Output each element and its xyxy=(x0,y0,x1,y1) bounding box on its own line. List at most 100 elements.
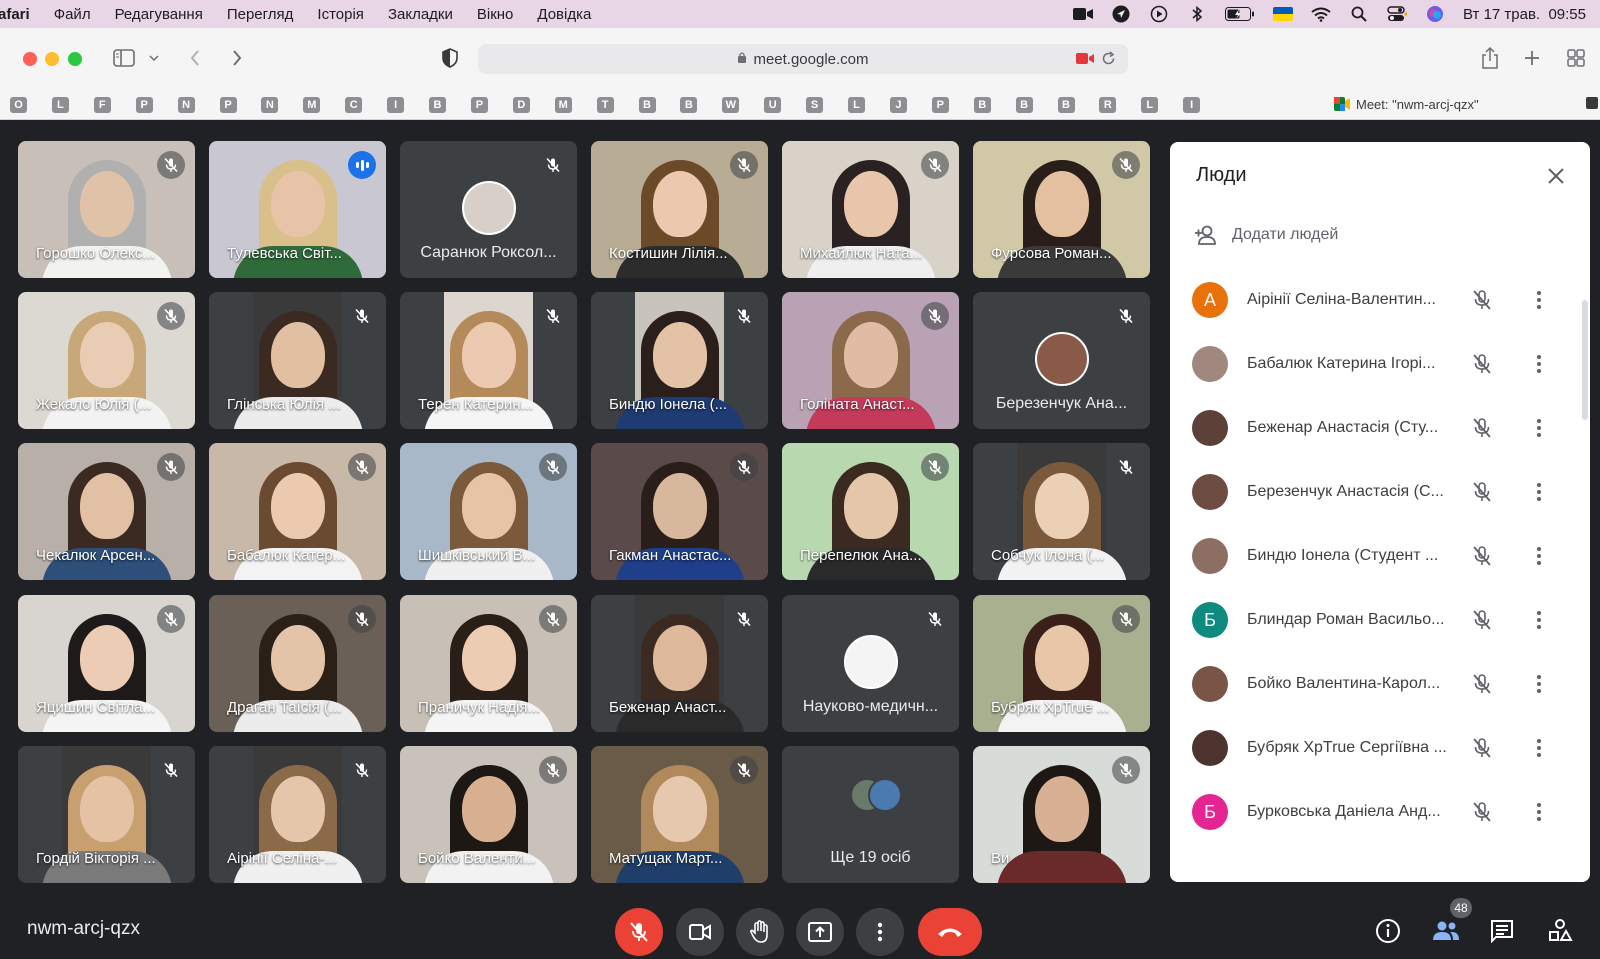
add-people-button[interactable]: Додати людей xyxy=(1194,224,1338,246)
bookmark-favicon[interactable]: L xyxy=(848,97,865,113)
participant-tile[interactable]: Горошко Олекс... xyxy=(18,141,195,278)
zoom-window-button[interactable] xyxy=(68,52,82,66)
participant-tile[interactable]: Бубряк ХрTrue ... xyxy=(973,595,1150,732)
sidebar-toggle-icon[interactable] xyxy=(112,46,136,70)
participant-tile[interactable]: Гордій Вікторія ... xyxy=(18,746,195,883)
participant-tile[interactable]: Биндю Іонела (... xyxy=(591,292,768,429)
more-vert-icon[interactable] xyxy=(1527,800,1551,824)
bookmark-favicon[interactable]: B xyxy=(680,97,698,113)
control-center-icon[interactable] xyxy=(1387,6,1408,22)
share-icon[interactable] xyxy=(1480,46,1500,70)
menu-history[interactable]: Історія xyxy=(317,6,364,23)
minimize-window-button[interactable] xyxy=(45,52,59,66)
bookmark-favicon[interactable]: B xyxy=(1057,97,1075,113)
reload-icon[interactable] xyxy=(1101,51,1116,70)
bookmark-favicon[interactable]: I xyxy=(387,97,405,113)
bookmark-favicon[interactable]: P xyxy=(219,97,237,113)
play-icon[interactable] xyxy=(1149,5,1169,23)
bookmark-favicon[interactable]: L xyxy=(51,97,69,113)
participant-tile[interactable]: Голіната Анаст... xyxy=(782,292,959,429)
bookmark-favicon[interactable]: B xyxy=(638,97,656,113)
participant-list-item[interactable]: Бубряк ХрTrue Сергіївна ... xyxy=(1192,728,1562,768)
bookmark-favicon[interactable]: D xyxy=(512,97,530,113)
menu-window[interactable]: Вікно xyxy=(477,6,514,23)
microphone-toggle-button[interactable] xyxy=(615,908,663,956)
participant-tile[interactable]: Костишин Лілія... xyxy=(591,141,768,278)
participant-tile[interactable]: Бойко Валенти... xyxy=(400,746,577,883)
more-vert-icon[interactable] xyxy=(1527,288,1551,312)
more-vert-icon[interactable] xyxy=(1527,608,1551,632)
participant-tile[interactable]: Жекало Юлія (... xyxy=(18,292,195,429)
participant-tile[interactable]: Матущак Март... xyxy=(591,746,768,883)
bookmark-favicon[interactable]: L xyxy=(1141,97,1159,113)
menubar-clock[interactable]: Вт 17 трав. 09:55 xyxy=(1463,6,1586,23)
participant-list-item[interactable]: Беженар Анастасія (Сту... xyxy=(1192,408,1562,448)
back-button[interactable] xyxy=(186,46,204,70)
menu-bookmarks[interactable]: Закладки xyxy=(388,6,453,23)
activities-icon[interactable] xyxy=(1544,915,1576,947)
bookmark-favicon[interactable]: O xyxy=(10,97,27,113)
participant-tile[interactable]: Саранюк Роксол... xyxy=(400,141,577,278)
tab-meet[interactable]: Meet: "nwm-arcj-qzx" xyxy=(1218,88,1600,120)
participant-list-item[interactable]: Бойко Валентина-Карол... xyxy=(1192,664,1562,704)
bluetooth-icon[interactable] xyxy=(1187,5,1207,23)
participant-tile[interactable]: Тулевська Світ... xyxy=(209,141,386,278)
participant-list-item[interactable]: Биндю Іонела (Студент ... xyxy=(1192,536,1562,576)
leave-call-button[interactable] xyxy=(918,908,982,956)
bookmark-favicon[interactable]: F xyxy=(93,97,111,113)
raise-hand-button[interactable] xyxy=(736,908,784,956)
bookmark-favicon[interactable]: B xyxy=(429,97,446,113)
bookmark-favicon[interactable]: N xyxy=(261,97,279,113)
participant-list-item[interactable]: Бабалюк Катерина Ігорі... xyxy=(1192,344,1562,384)
privacy-report-icon[interactable] xyxy=(440,46,460,70)
participant-tile[interactable]: Михайлюк Ната... xyxy=(782,141,959,278)
participant-tile[interactable]: Праничук Надія... xyxy=(400,595,577,732)
forward-button[interactable] xyxy=(228,46,246,70)
bookmark-favicon[interactable]: N xyxy=(177,97,195,113)
bookmark-favicon[interactable]: C xyxy=(345,97,363,113)
people-scrollbar[interactable] xyxy=(1582,300,1588,420)
participant-tile[interactable]: Бабалюк Катер... xyxy=(209,443,386,580)
menu-view[interactable]: Перегляд xyxy=(227,6,294,23)
close-window-button[interactable] xyxy=(23,52,37,66)
more-options-button[interactable] xyxy=(856,908,904,956)
address-bar[interactable]: meet.google.com xyxy=(478,44,1128,74)
participant-tile[interactable]: Драган Таїсія (... xyxy=(209,595,386,732)
bookmark-favicon[interactable]: P xyxy=(135,97,153,113)
more-vert-icon[interactable] xyxy=(1527,672,1551,696)
menu-edit[interactable]: Редагування xyxy=(115,6,203,23)
bookmark-favicon[interactable]: B xyxy=(1015,97,1033,113)
more-vert-icon[interactable] xyxy=(1527,416,1551,440)
bookmark-favicon[interactable]: P xyxy=(931,97,949,113)
participant-tile[interactable]: Фурсова Роман... xyxy=(973,141,1150,278)
participant-tile[interactable]: Ще 19 осіб xyxy=(782,746,959,883)
bookmark-favicon[interactable]: P xyxy=(470,97,488,113)
participant-tile[interactable]: Перепелюк Ана... xyxy=(782,443,959,580)
siri-icon[interactable] xyxy=(1425,6,1445,22)
participant-tile[interactable]: Собчук Ілона (... xyxy=(973,443,1150,580)
camera-in-use-icon[interactable] xyxy=(1076,52,1094,69)
bookmark-favicon[interactable]: T xyxy=(596,97,614,113)
ukraine-flag-icon[interactable] xyxy=(1273,7,1294,21)
participant-tile[interactable]: Науково-медичн... xyxy=(782,595,959,732)
bookmark-favicon[interactable]: R xyxy=(1099,97,1117,113)
more-vert-icon[interactable] xyxy=(1527,736,1551,760)
participant-list-item[interactable]: Б Блиндар Роман Васильо... xyxy=(1192,600,1562,640)
participant-tile[interactable]: Беженар Анаст... xyxy=(591,595,768,732)
bookmark-favicon[interactable]: B xyxy=(973,97,991,113)
spotlight-search-icon[interactable] xyxy=(1349,6,1369,22)
participant-tile[interactable]: Глінська Юлія ... xyxy=(209,292,386,429)
participant-tile[interactable]: Березенчук Ана... xyxy=(973,292,1150,429)
more-vert-icon[interactable] xyxy=(1527,544,1551,568)
camera-toggle-button[interactable] xyxy=(676,908,724,956)
app-menu[interactable]: afari xyxy=(0,6,30,23)
participant-list-item[interactable]: Б Бурковська Даніела Анд... xyxy=(1192,792,1562,832)
participant-tile[interactable]: Аірінії Селіна-... xyxy=(209,746,386,883)
more-vert-icon[interactable] xyxy=(1527,352,1551,376)
bookmark-favicon[interactable]: W xyxy=(722,97,740,113)
chat-icon[interactable] xyxy=(1486,915,1518,947)
bookmark-favicon[interactable]: M xyxy=(303,97,321,113)
close-icon[interactable] xyxy=(1544,164,1568,188)
meeting-info-icon[interactable] xyxy=(1372,915,1404,947)
menu-help[interactable]: Довідка xyxy=(537,6,591,23)
